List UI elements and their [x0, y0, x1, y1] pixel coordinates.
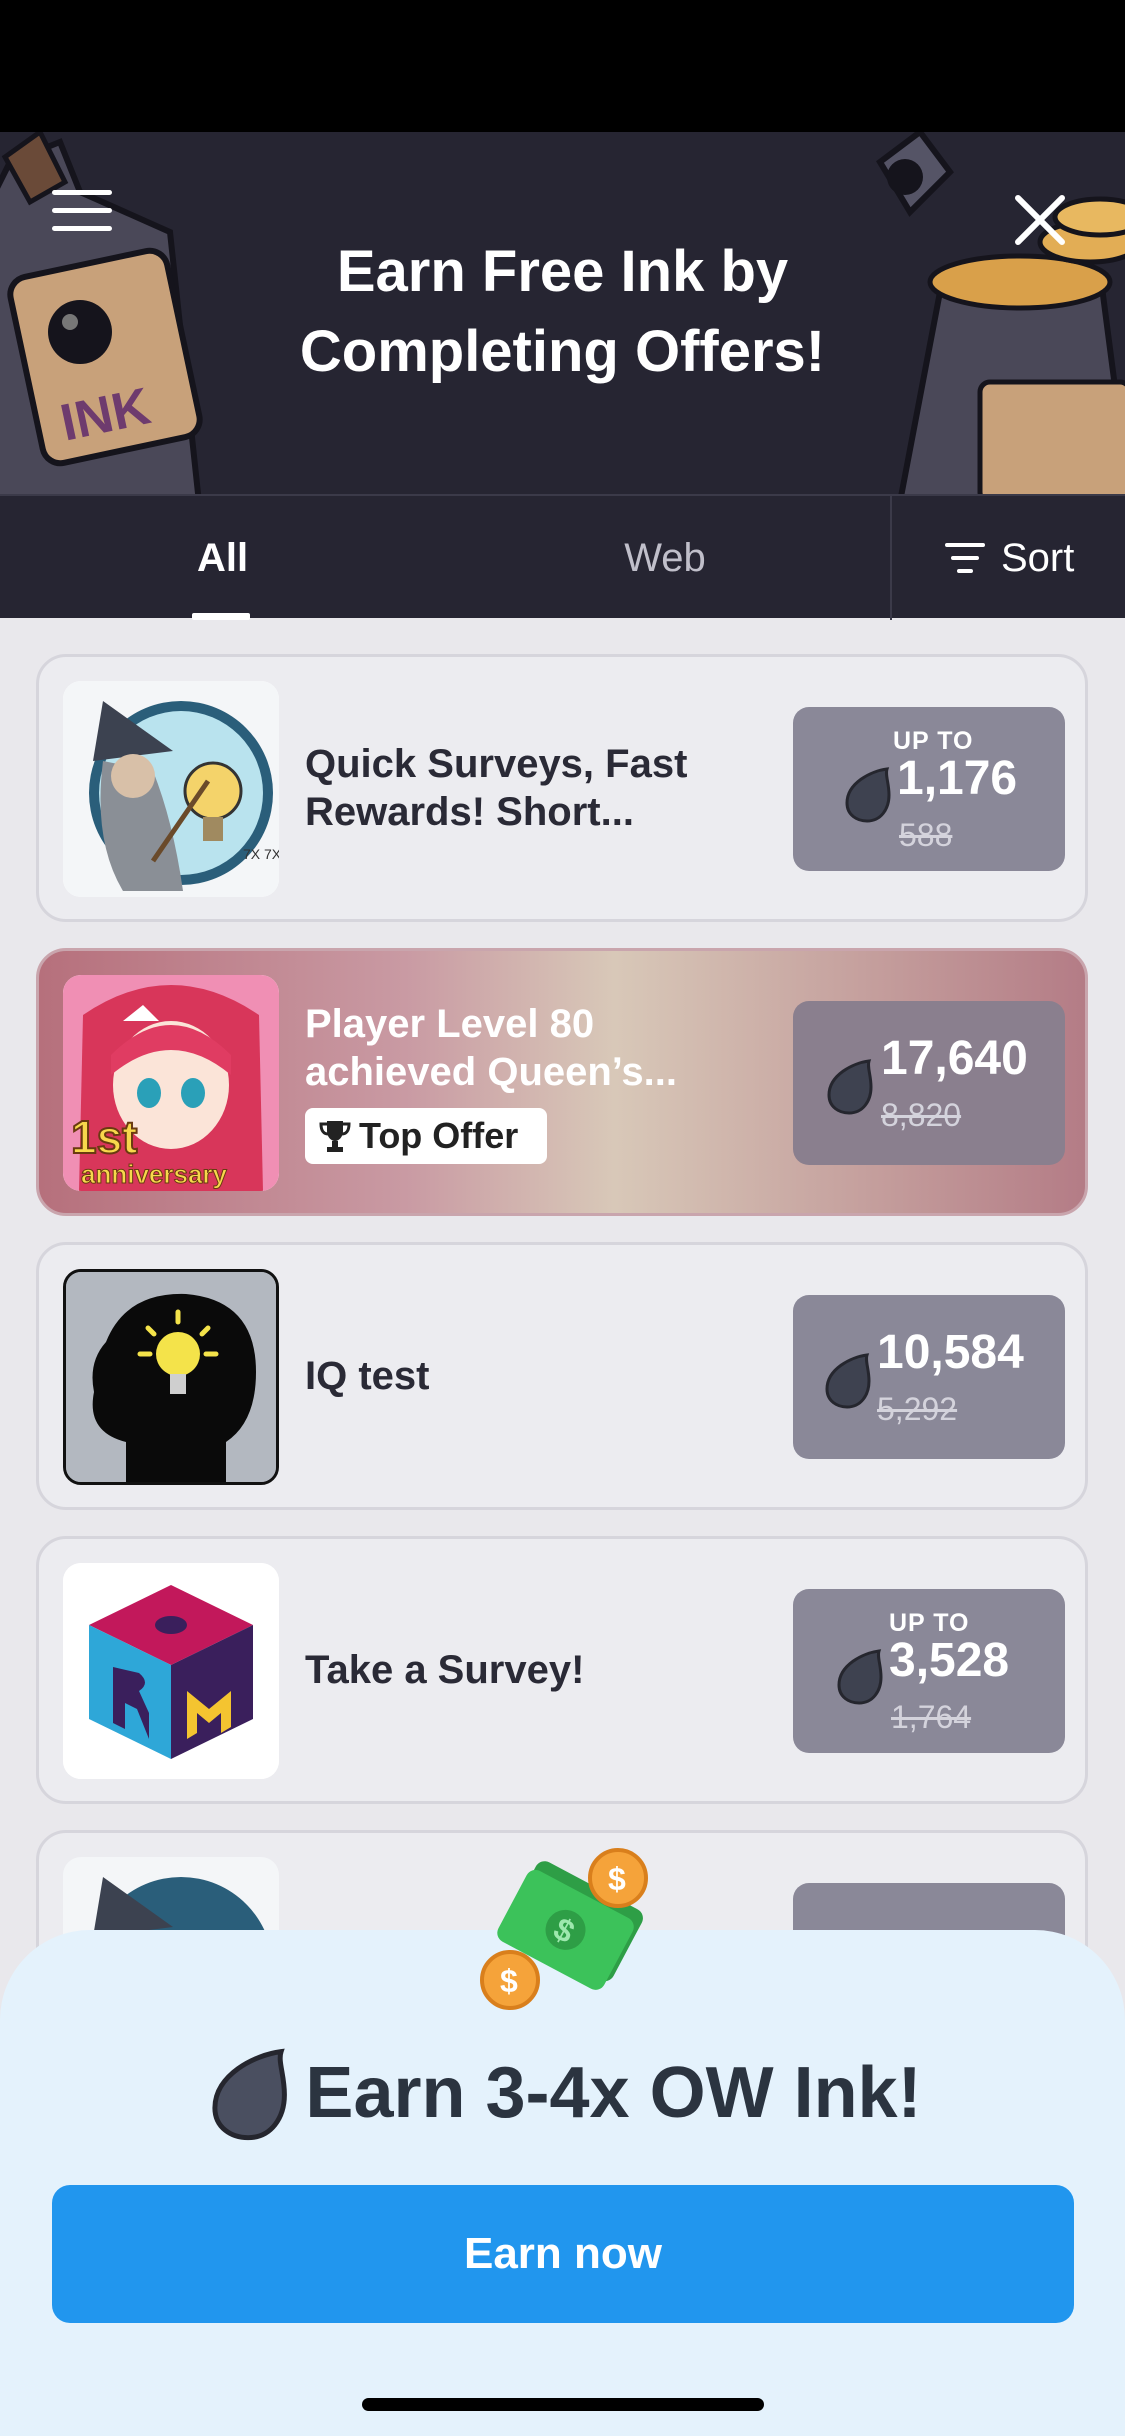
svg-text:7X 7X: 7X 7X	[243, 846, 279, 862]
reward-old-value: 1,764	[891, 1699, 972, 1735]
offer-title: Player Level 80 achieved Queen’s... Top …	[305, 951, 765, 1213]
ink-drop-icon	[825, 1353, 871, 1409]
svg-text:$: $	[500, 1963, 518, 1999]
offer-title: IQ test	[305, 1354, 430, 1398]
sort-label: Sort	[1001, 535, 1075, 580]
offer-thumbnail: 1st anniversary	[63, 975, 279, 1191]
reward-button[interactable]: UP TO 3,528 1,764	[793, 1589, 1065, 1753]
promo-text: Earn 3-4x OW Ink!	[305, 2053, 922, 2133]
offer-thumbnail	[63, 1269, 279, 1485]
offer-thumbnail	[63, 1563, 279, 1779]
reward-value: 1,176	[897, 752, 1018, 805]
reward-value: 17,640	[881, 1032, 1028, 1085]
offer-card[interactable]: Take a Survey! UP TO 3,528 1,764	[36, 1536, 1088, 1804]
offer-thumbnail: 7X 7X	[63, 681, 279, 897]
home-indicator[interactable]	[362, 2398, 764, 2411]
page-title: Earn Free Ink by Completing Offers!	[299, 239, 826, 384]
sort-icon	[945, 543, 985, 573]
sort-button[interactable]: Sort	[945, 496, 1074, 620]
reward-button[interactable]: 17,640 8,820	[793, 1001, 1065, 1165]
anime-girl-image: 1st anniversary	[63, 975, 279, 1191]
header-banner: INK Earn Free Ink by Completing Offers!	[0, 132, 1125, 494]
offer-list: 7X 7X Quick Surveys, Fast Rewards! Short…	[36, 654, 1088, 1830]
trophy-icon	[319, 1121, 351, 1152]
divider	[890, 496, 892, 620]
ink-drop-icon	[837, 1649, 883, 1705]
reward-button[interactable]: 10,584 5,292	[793, 1295, 1065, 1459]
status-bar	[0, 0, 1125, 132]
offer-card[interactable]: IQ test 10,584 5,292	[36, 1242, 1088, 1510]
menu-icon[interactable]	[52, 190, 112, 238]
reward-old-value: 588	[899, 817, 953, 853]
money-coins-icon: $ $ $	[480, 1848, 648, 2010]
svg-text:anniversary: anniversary	[81, 1159, 228, 1189]
reward-old-value: 5,292	[877, 1391, 958, 1427]
offer-card-featured[interactable]: 1st anniversary Player Level 80 achieved…	[36, 948, 1088, 1216]
wizard-lightbulb-image: 7X 7X	[63, 681, 279, 897]
offer-title: Quick Surveys, Fast Rewards! Short...	[305, 742, 688, 834]
reward-old-value: 8,820	[881, 1097, 962, 1133]
top-offer-badge: Top Offer	[305, 1108, 547, 1164]
tab-all[interactable]: All	[150, 496, 295, 620]
top-offer-label: Top Offer	[359, 1115, 519, 1156]
svg-text:1st: 1st	[71, 1111, 137, 1163]
tab-bar: All Web Sort	[0, 494, 1125, 620]
earn-now-button[interactable]: Earn now	[52, 2185, 1074, 2323]
ink-drop-icon	[212, 2048, 288, 2141]
ink-drop-icon	[845, 767, 891, 823]
svg-text:$: $	[608, 1861, 626, 1897]
offer-title: Take a Survey!	[305, 1648, 585, 1692]
tab-web[interactable]: Web	[560, 496, 770, 620]
promo-headline: Earn 3-4x OW Ink!	[0, 2045, 1125, 2141]
offer-card[interactable]: 7X 7X Quick Surveys, Fast Rewards! Short…	[36, 654, 1088, 922]
reward-value: 10,584	[877, 1326, 1024, 1379]
reward-button[interactable]: UP TO 1,176 588	[793, 707, 1065, 871]
head-lightbulb-image	[66, 1272, 276, 1482]
ink-drop-icon	[827, 1059, 873, 1115]
cube-logo-image	[63, 1563, 279, 1779]
reward-value: 3,528	[889, 1634, 1010, 1687]
